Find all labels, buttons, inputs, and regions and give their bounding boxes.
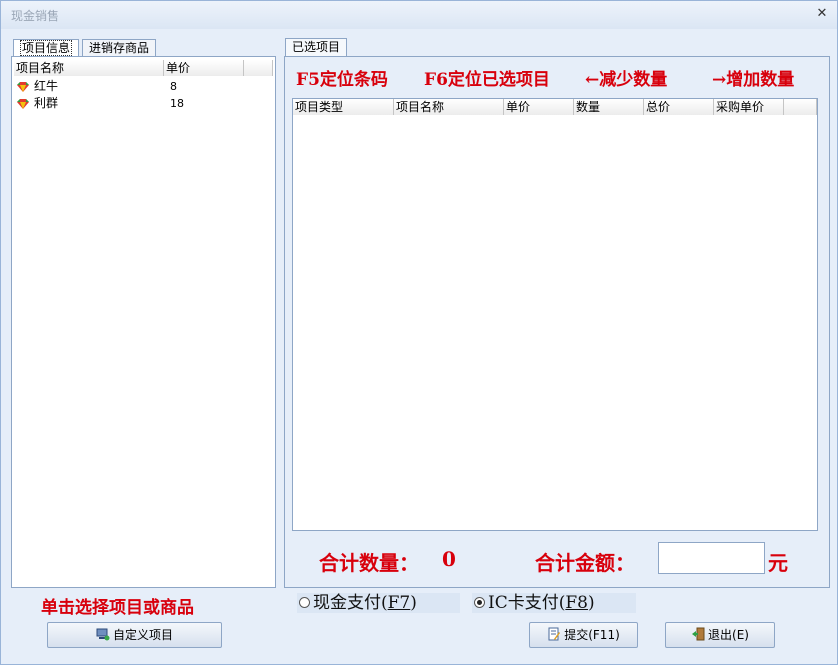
hint-click-select: 单击选择项目或商品 [41, 598, 194, 618]
tab-inventory-goods[interactable]: 进销存商品 [82, 39, 157, 57]
ic-card-payment-radio[interactable]: IC卡支付(F8) [472, 593, 636, 613]
item-list-panel: 项目名称 单价 红牛 8 利群 18 [11, 56, 276, 588]
submit-label: 提交(F11) [564, 628, 620, 642]
item-gem-icon [17, 82, 29, 92]
total-quantity-value: 0 [442, 547, 456, 571]
custom-item-label: 自定义项目 [112, 628, 173, 642]
hint-decrease-qty: ←减少数量 [585, 70, 668, 90]
column-header-unit-price[interactable]: 单价 [504, 99, 574, 115]
tab-item-info[interactable]: 项目信息 [13, 39, 80, 57]
ic-card-payment-label: IC卡支付( [488, 593, 566, 613]
cash-sales-window: 现金销售 ✕ 项目信息 进销存商品 项目名称 单价 红牛 8 利群 18 已选项… [0, 0, 838, 665]
exit-label: 退出(E) [708, 628, 749, 642]
total-amount-field[interactable] [658, 542, 765, 574]
selected-grid-header: 项目类型 项目名称 单价 数量 总价 采购单价 [293, 99, 817, 115]
ic-card-payment-close: ) [587, 593, 595, 613]
cash-payment-radio[interactable]: 现金支付(F7) [297, 593, 460, 613]
hint-f6-selected: F6定位已选项目 [424, 70, 550, 90]
total-quantity-label: 合计数量： [319, 551, 419, 575]
currency-label: 元 [768, 551, 788, 575]
column-header-filler [784, 99, 817, 115]
tab-item-info-label: 项目信息 [20, 40, 73, 56]
tab-selected-items-label: 已选项目 [292, 40, 341, 54]
column-header-quantity[interactable]: 数量 [574, 99, 644, 115]
radio-selected-icon [474, 596, 485, 608]
column-header-item-name[interactable]: 项目名称 [394, 99, 504, 115]
list-item[interactable]: 利群 18 [14, 95, 273, 112]
exit-door-icon [692, 627, 705, 641]
column-header-purchase-price[interactable]: 采购单价 [714, 99, 784, 115]
submit-button[interactable]: 提交(F11) [529, 622, 638, 648]
close-icon[interactable]: ✕ [815, 7, 829, 21]
column-header-price[interactable]: 单价 [164, 60, 244, 76]
window-title: 现金销售 [11, 9, 60, 23]
item-price: 8 [170, 80, 177, 93]
title-bar[interactable]: 现金销售 ✕ [1, 1, 837, 29]
column-header-item-name[interactable]: 项目名称 [14, 60, 164, 76]
custom-item-button[interactable]: 自定义项目 [47, 622, 222, 648]
tab-inventory-goods-label: 进销存商品 [89, 41, 150, 55]
item-name: 红牛 [34, 79, 59, 93]
item-gem-icon [17, 99, 29, 109]
computer-icon [96, 628, 110, 641]
hint-increase-qty: →增加数量 [712, 70, 795, 90]
exit-button[interactable]: 退出(E) [665, 622, 775, 648]
item-price: 18 [170, 97, 184, 110]
item-grid-header: 项目名称 单价 [14, 60, 273, 76]
column-header-item-type[interactable]: 项目类型 [293, 99, 394, 115]
edit-document-icon [548, 627, 561, 641]
list-item[interactable]: 红牛 8 [14, 78, 273, 95]
cash-payment-close: ) [410, 593, 417, 613]
ic-card-payment-key: F8 [565, 593, 588, 613]
column-header-total-price[interactable]: 总价 [644, 99, 714, 115]
column-header-filler [244, 60, 273, 76]
hint-f5-barcode: F5定位条码 [296, 70, 388, 90]
cash-payment-label: 现金支付( [313, 593, 388, 613]
cash-payment-key: F7 [387, 593, 411, 613]
item-name: 利群 [34, 96, 59, 110]
radio-circle-icon [299, 596, 310, 608]
tab-selected-items[interactable]: 已选项目 [285, 38, 348, 56]
total-amount-label: 合计金额： [535, 551, 635, 575]
selected-items-grid[interactable]: 项目类型 项目名称 单价 数量 总价 采购单价 [292, 98, 818, 531]
